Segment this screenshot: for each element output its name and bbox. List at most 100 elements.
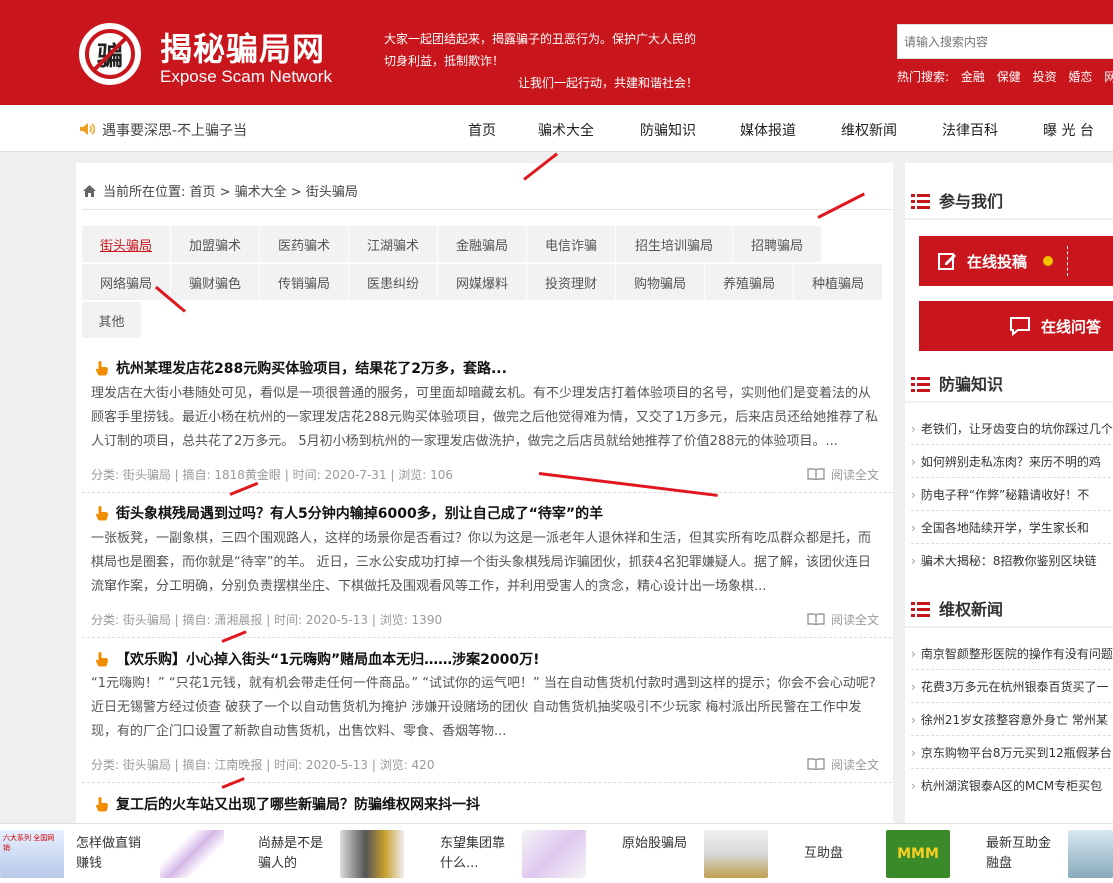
thumbnail-image[interactable] xyxy=(160,830,224,878)
thumbnail-image[interactable] xyxy=(704,830,768,878)
main-content: 当前所在位置: 首页 > 骗术大全 > 街头骗局 街头骗局 加盟骗术 医药骗术 … xyxy=(76,163,893,883)
post-summary: “1元嗨购！” “只花1元钱，就有机会带走任何一件商品。” “试试你的运气吧！”… xyxy=(91,676,876,739)
category-tab[interactable]: 投资理财 xyxy=(527,264,616,300)
breadcrumb: 当前所在位置: 首页 > 骗术大全 > 街头骗局 xyxy=(82,181,358,200)
thumbnail-image[interactable]: MMM xyxy=(886,830,950,878)
sidebar-heading-knowledge: 防骗知识 xyxy=(911,371,1003,395)
chat-icon xyxy=(1010,317,1030,336)
recommend-link[interactable]: 尚赫是不是骗人的 xyxy=(258,834,328,874)
recommend-link[interactable]: 东望集团靠什么... xyxy=(440,834,510,874)
category-tab[interactable]: 传销骗局 xyxy=(260,264,349,300)
hand-pointer-icon xyxy=(95,797,108,812)
nav-item-scams[interactable]: 骗术大全 xyxy=(538,120,594,140)
post-summary: 一张板凳，一副象棋，三四个围观路人，这样的场景你是否看过？你以为这是一派老年人退… xyxy=(91,531,872,594)
site-header: 骗 揭秘骗局网 Expose Scam Network 大家一起团结起来，揭露骗… xyxy=(0,0,1113,105)
edit-icon xyxy=(938,253,956,270)
nav-item-knowledge[interactable]: 防骗知识 xyxy=(640,120,696,140)
slogan-line-1: 大家一起团结起来，揭露骗子的丑恶行为。保护广大人民的 xyxy=(384,32,697,46)
logo-title[interactable]: 揭秘骗局网 xyxy=(160,24,325,70)
hot-search-item[interactable]: 婚恋 xyxy=(1068,70,1092,84)
knowledge-link[interactable]: 防电子秤“作弊”秘籍请收好！不 xyxy=(911,486,1113,503)
book-icon xyxy=(807,468,825,480)
online-qa-button[interactable]: 在线问答 xyxy=(919,301,1113,351)
post-title[interactable]: 复工后的火车站又出现了哪些新骗局？防骗维权网来抖一抖 xyxy=(94,794,480,814)
search-input[interactable] xyxy=(897,24,1113,59)
post-title[interactable]: 杭州某理发店花288元购买体验项目，结果花了2万多，套路... xyxy=(94,358,507,378)
submit-article-button[interactable]: 在线投稿 xyxy=(919,236,1113,286)
news-link[interactable]: 南京智颜整形医院的操作有没有问题 xyxy=(911,645,1113,662)
main-nav: 遇事要深思-不上骗子当 首页 骗术大全 防骗知识 媒体报道 维权新闻 法律百科 … xyxy=(0,105,1113,152)
nav-item-home[interactable]: 首页 xyxy=(468,120,496,140)
list-icon xyxy=(911,602,930,617)
recommend-link[interactable]: 怎样做直销赚钱 xyxy=(76,834,146,874)
list-icon xyxy=(911,377,930,392)
nav-item-media[interactable]: 媒体报道 xyxy=(740,120,796,140)
category-tab[interactable]: 网媒爆料 xyxy=(438,264,527,300)
hot-search-item[interactable]: 投资 xyxy=(1033,70,1057,84)
news-link[interactable]: 徐州21岁女孩整容意外身亡 常州某 xyxy=(911,711,1113,728)
news-link[interactable]: 京东购物平台8万元买到12瓶假茅台 xyxy=(911,744,1113,761)
logo-subtitle: Expose Scam Network xyxy=(160,67,332,86)
category-tab[interactable]: 招聘骗局 xyxy=(733,226,822,262)
thumbnail-image[interactable]: 六大系列 全国网销 xyxy=(0,830,64,878)
hand-pointer-icon xyxy=(95,361,108,376)
category-tab[interactable]: 金融骗局 xyxy=(438,226,527,262)
knowledge-link[interactable]: 如何辨别走私冻肉？来历不明的鸡 xyxy=(911,453,1113,470)
hot-search-item[interactable]: 金融 xyxy=(961,70,985,84)
post-meta: 分类: 街头骗局 | 摘自: 江南晚报 | 时间: 2020-5-13 | 浏览… xyxy=(91,758,435,772)
hot-search-label: 热门搜索: xyxy=(897,70,950,84)
logo-icon[interactable]: 骗 xyxy=(79,23,141,85)
category-tab[interactable]: 其他 xyxy=(82,302,142,338)
post-meta: 分类: 街头骗局 | 摘自: 1818黄金眼 | 时间: 2020-7-31 |… xyxy=(91,468,453,482)
knowledge-link[interactable]: 全国各地陆续开学，学生家长和 xyxy=(911,519,1113,536)
category-tab[interactable]: 电信诈骗 xyxy=(527,226,616,262)
recommend-link[interactable]: 互助盘 xyxy=(804,844,874,864)
thumbnail-image[interactable] xyxy=(1068,830,1113,878)
thumbnail-image[interactable] xyxy=(340,830,404,878)
hand-pointer-icon xyxy=(95,506,108,521)
sidebar: 参与我们 在线投稿 在线问答 防骗知识 老铁们，让牙齿变白的坑你踩过几个 如何辨… xyxy=(905,163,1113,883)
hot-search-item[interactable]: 网络 xyxy=(1104,70,1113,84)
hot-search: 热门搜索: 金融 保健 投资 婚恋 网络 xyxy=(897,68,1113,85)
category-tab[interactable]: 街头骗局 xyxy=(82,226,171,262)
knowledge-link[interactable]: 老铁们，让牙齿变白的坑你踩过几个 xyxy=(911,420,1113,437)
category-tab[interactable]: 加盟骗术 xyxy=(171,226,260,262)
read-more-link[interactable]: 阅读全文 xyxy=(807,611,879,628)
category-tab[interactable]: 养殖骗局 xyxy=(705,264,794,300)
category-tab[interactable]: 医药骗术 xyxy=(260,226,349,262)
book-icon xyxy=(807,758,825,770)
notice: 遇事要深思-不上骗子当 xyxy=(78,120,247,140)
sidebar-heading-join: 参与我们 xyxy=(911,188,1003,212)
category-tab[interactable]: 江湖骗术 xyxy=(349,226,438,262)
nav-item-news[interactable]: 维权新闻 xyxy=(841,120,897,140)
notice-text: 遇事要深思-不上骗子当 xyxy=(102,123,248,139)
hot-search-item[interactable]: 保健 xyxy=(997,70,1021,84)
category-tab[interactable]: 购物骗局 xyxy=(616,264,705,300)
bottom-recommend-bar: 六大系列 全国网销 怎样做直销赚钱 尚赫是不是骗人的 东望集团靠什么... 原始… xyxy=(0,823,1113,883)
category-tab[interactable]: 招生培训骗局 xyxy=(616,226,733,262)
sidebar-heading-news: 维权新闻 xyxy=(911,596,1003,620)
category-tab[interactable]: 骗财骗色 xyxy=(171,264,260,300)
post-summary: 理发店在大街小巷随处可见，看似是一项很普通的服务，可里面却暗藏玄机。有不少理发店… xyxy=(91,386,879,449)
knowledge-link[interactable]: 骗术大揭秘：8招教你鉴别区块链 xyxy=(911,552,1113,569)
news-link[interactable]: 花费3万多元在杭州银泰百货买了一 xyxy=(911,678,1113,695)
slogan-line-2: 切身利益，抵制欺诈！ xyxy=(384,54,505,68)
book-icon xyxy=(807,613,825,625)
slogan-line-3: 让我们一起行动，共建和谐社会！ xyxy=(518,76,699,90)
read-more-link[interactable]: 阅读全文 xyxy=(807,466,879,483)
thumbnail-image[interactable] xyxy=(522,830,586,878)
post-title[interactable]: 街头象棋残局遇到过吗？有人5分钟内输掉6000多，别让自己成了“待宰”的羊 xyxy=(94,503,603,523)
recommend-link[interactable]: 最新互助金融盘 xyxy=(986,834,1056,874)
nav-item-exposure[interactable]: 曝 光 台 xyxy=(1043,120,1094,140)
recommend-link[interactable]: 原始股骗局 xyxy=(622,834,692,854)
nav-item-law[interactable]: 法律百科 xyxy=(942,120,998,140)
category-tab[interactable]: 种植骗局 xyxy=(794,264,883,300)
list-icon xyxy=(911,194,930,209)
category-tab[interactable]: 网络骗局 xyxy=(82,264,171,300)
read-more-link[interactable]: 阅读全文 xyxy=(807,756,879,773)
news-link[interactable]: 杭州湖滨银泰A区的MCM专柜买包 xyxy=(911,777,1113,794)
hand-pointer-icon xyxy=(95,652,108,667)
post-title[interactable]: 【欢乐购】小心掉入街头“1元嗨购”赌局血本无归……涉案2000万! xyxy=(94,649,540,669)
breadcrumb-text[interactable]: 当前所在位置: 首页 > 骗术大全 > 街头骗局 xyxy=(103,185,358,200)
category-tab[interactable]: 医患纠纷 xyxy=(349,264,438,300)
